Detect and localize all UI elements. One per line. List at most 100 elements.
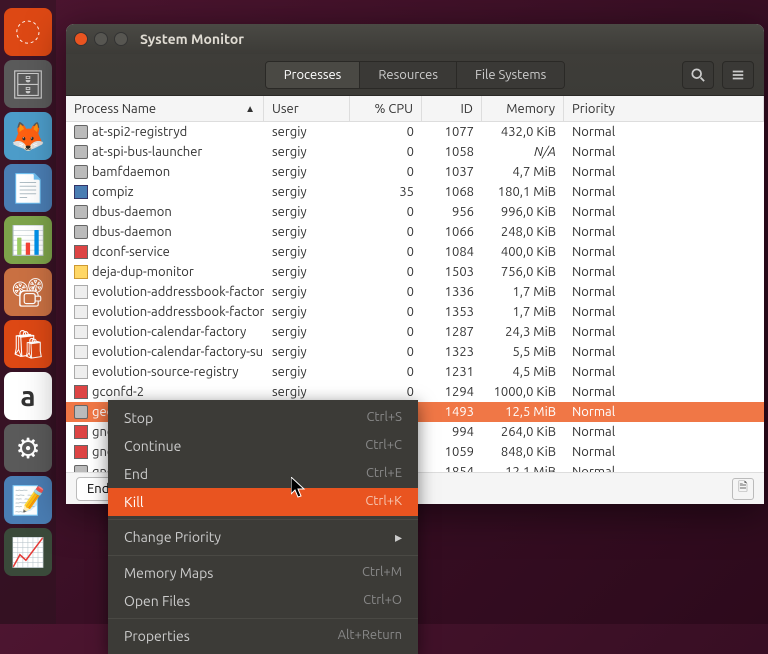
hamburger-icon [731, 68, 745, 82]
process-memory: 24,3 MiB [482, 325, 564, 339]
header-id[interactable]: ID [422, 96, 482, 121]
menu-properties[interactable]: PropertiesAlt+Return [108, 622, 418, 650]
process-id: 1336 [422, 285, 482, 299]
process-priority: Normal [564, 145, 764, 159]
process-user: sergiy [264, 285, 350, 299]
launcher-software[interactable]: 🛍 [4, 320, 52, 368]
maximize-icon[interactable] [114, 32, 128, 46]
table-row[interactable]: evolution-source-registrysergiy012314,5 … [66, 362, 764, 382]
process-cpu: 0 [350, 245, 422, 259]
process-cpu: 0 [350, 165, 422, 179]
search-button[interactable] [682, 61, 714, 89]
process-memory: 848,0 KiB [482, 445, 564, 459]
process-id: 1353 [422, 305, 482, 319]
process-id: 1066 [422, 225, 482, 239]
launcher-gedit[interactable]: 📝 [4, 476, 52, 524]
launcher-settings[interactable]: ⚙ [4, 424, 52, 472]
tab-filesystems[interactable]: File Systems [457, 62, 564, 88]
close-icon[interactable] [74, 32, 88, 46]
table-row[interactable]: evolution-addressbook-factorysergiy01353… [66, 302, 764, 322]
table-row[interactable]: dbus-daemonsergiy0956996,0 KiBNormal [66, 202, 764, 222]
titlebar[interactable]: System Monitor [66, 24, 764, 54]
menu-kill[interactable]: KillCtrl+K [108, 488, 418, 516]
process-id: 1323 [422, 345, 482, 359]
menu-separator [108, 555, 418, 556]
process-memory: 996,0 KiB [482, 205, 564, 219]
header-cpu[interactable]: % CPU [350, 96, 422, 121]
process-icon [74, 285, 88, 299]
header-memory[interactable]: Memory [482, 96, 564, 121]
process-user: sergiy [264, 365, 350, 379]
launcher-files[interactable]: 🗄 [4, 60, 52, 108]
table-row[interactable]: at-spi-bus-launchersergiy01058N/ANormal [66, 142, 764, 162]
process-memory: 5,5 MiB [482, 345, 564, 359]
menu-button[interactable] [722, 61, 754, 89]
launcher-amazon[interactable]: a [4, 372, 52, 420]
process-memory: 756,0 KiB [482, 265, 564, 279]
process-priority: Normal [564, 365, 764, 379]
search-icon [691, 68, 705, 82]
process-id: 1059 [422, 445, 482, 459]
process-memory: 4,7 MiB [482, 165, 564, 179]
menu-stop[interactable]: StopCtrl+S [108, 404, 418, 432]
menu-end[interactable]: EndCtrl+E [108, 460, 418, 488]
process-cpu: 0 [350, 385, 422, 399]
process-icon [74, 205, 88, 219]
context-menu: StopCtrl+S ContinueCtrl+C EndCtrl+E Kill… [108, 400, 418, 654]
menu-memory-maps[interactable]: Memory MapsCtrl+M [108, 559, 418, 587]
table-header: Process Name▲ User % CPU ID Memory Prior… [66, 96, 764, 122]
process-icon [74, 345, 88, 359]
process-user: sergiy [264, 145, 350, 159]
process-user: sergiy [264, 325, 350, 339]
process-id: 1068 [422, 185, 482, 199]
process-icon [74, 325, 88, 339]
launcher-calc[interactable]: 📊 [4, 216, 52, 264]
menu-open-files[interactable]: Open FilesCtrl+O [108, 587, 418, 615]
table-row[interactable]: compizsergiy351068180,1 MiBNormal [66, 182, 764, 202]
process-memory: 1,7 MiB [482, 285, 564, 299]
launcher-system-monitor[interactable]: 📈 [4, 528, 52, 576]
menu-continue[interactable]: ContinueCtrl+C [108, 432, 418, 460]
process-user: sergiy [264, 245, 350, 259]
table-row[interactable]: evolution-calendar-factorysergiy0128724,… [66, 322, 764, 342]
table-row[interactable]: gconfd-2sergiy012941000,0 KiBNormal [66, 382, 764, 402]
header-process-name[interactable]: Process Name▲ [66, 96, 264, 121]
launcher-firefox[interactable]: 🦊 [4, 112, 52, 160]
process-icon [74, 165, 88, 179]
process-name: at-spi-bus-launcher [92, 145, 202, 159]
process-id: 1294 [422, 385, 482, 399]
process-icon [74, 465, 88, 472]
minimize-icon[interactable] [94, 32, 108, 46]
tab-processes[interactable]: Processes [266, 62, 361, 88]
header-priority[interactable]: Priority [564, 96, 764, 121]
table-row[interactable]: bamfdaemonsergiy010374,7 MiBNormal [66, 162, 764, 182]
process-cpu: 0 [350, 205, 422, 219]
table-row[interactable]: deja-dup-monitorsergiy01503756,0 KiBNorm… [66, 262, 764, 282]
tab-group: Processes Resources File Systems [265, 61, 565, 89]
header-user[interactable]: User [264, 96, 350, 121]
tab-resources[interactable]: Resources [360, 62, 457, 88]
process-name: at-spi2-registryd [92, 125, 187, 139]
menu-separator [108, 519, 418, 520]
process-cpu: 0 [350, 285, 422, 299]
process-name: compiz [92, 185, 134, 199]
table-row[interactable]: dbus-daemonsergiy01066248,0 KiBNormal [66, 222, 764, 242]
table-row[interactable]: evolution-calendar-factory-subsergiy0132… [66, 342, 764, 362]
process-cpu: 0 [350, 365, 422, 379]
process-user: sergiy [264, 265, 350, 279]
table-row[interactable]: at-spi2-registrydsergiy01077432,0 KiBNor… [66, 122, 764, 142]
menu-change-priority[interactable]: Change Priority▸ [108, 523, 418, 552]
table-row[interactable]: dconf-servicesergiy01084400,0 KiBNormal [66, 242, 764, 262]
properties-icon[interactable]: 🗎 [732, 478, 754, 500]
launcher-dash[interactable]: ◌ [4, 8, 52, 56]
process-priority: Normal [564, 405, 764, 419]
process-id: 1493 [422, 405, 482, 419]
process-priority: Normal [564, 305, 764, 319]
process-priority: Normal [564, 285, 764, 299]
launcher-impress[interactable]: 📽 [4, 268, 52, 316]
table-row[interactable]: evolution-addressbook-factorysergiy01336… [66, 282, 764, 302]
process-icon [74, 365, 88, 379]
process-name: dbus-daemon [92, 205, 172, 219]
launcher-writer[interactable]: 📄 [4, 164, 52, 212]
process-cpu: 0 [350, 145, 422, 159]
